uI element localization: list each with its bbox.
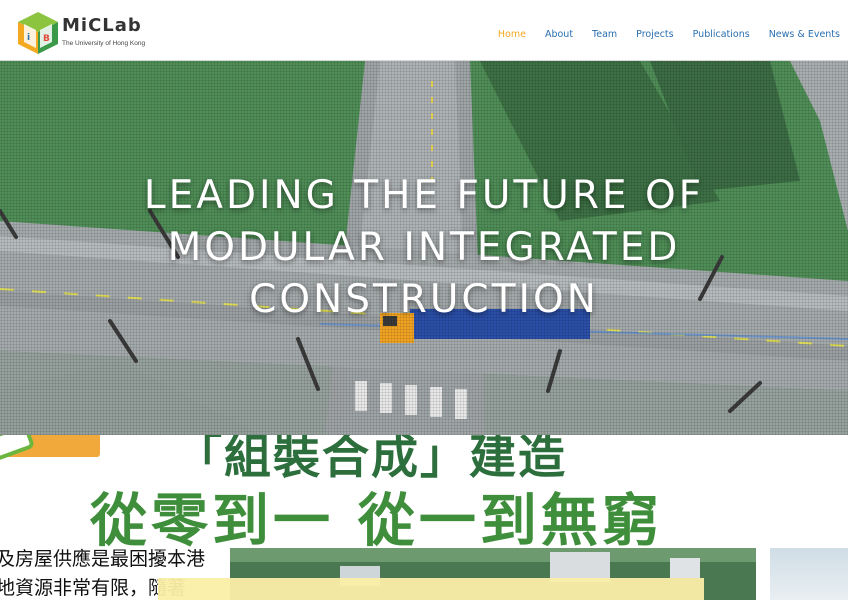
nav-about[interactable]: About [545, 29, 573, 40]
news-caption-box [158, 578, 704, 600]
nav-projects[interactable]: Projects [636, 29, 673, 40]
cube-logo-icon: i B [18, 12, 58, 54]
lightbulb-icon [0, 435, 36, 462]
svg-text:B: B [43, 34, 50, 44]
nav-team[interactable]: Team [592, 29, 617, 40]
news-clipping-section: 「組裝合成」建造 從零到一 從一到無窮 及房屋供應是最困擾本港 地資源非常有限，… [0, 435, 848, 600]
nav-news-events[interactable]: News & Events [769, 29, 840, 40]
news-photo-secondary [770, 548, 848, 600]
nav-home[interactable]: Home [498, 29, 526, 40]
nav-publications[interactable]: Publications [693, 29, 750, 40]
hero-title-line1: LEADING THE FUTURE OF [143, 173, 705, 218]
site-logo[interactable]: i B MiCLab The University of Hong Kong [16, 10, 146, 56]
hero-title: LEADING THE FUTURE OF MODULAR INTEGRATED… [0, 170, 848, 326]
svg-text:i: i [27, 33, 30, 43]
hero-title-line2: MODULAR INTEGRATED [167, 225, 681, 270]
main-nav: Home About Team Projects Publications Ne… [479, 29, 840, 40]
news-body-line1: 及房屋供應是最困擾本港 [0, 548, 206, 570]
site-header: i B MiCLab The University of Hong Kong H… [0, 0, 848, 61]
hero-title-line3: CONSTRUCTION [249, 277, 599, 322]
logo-title: MiCLab [62, 15, 142, 36]
hero-banner: LEADING THE FUTURE OF MODULAR INTEGRATED… [0, 61, 848, 435]
logo-subtitle: The University of Hong Kong [62, 40, 146, 47]
